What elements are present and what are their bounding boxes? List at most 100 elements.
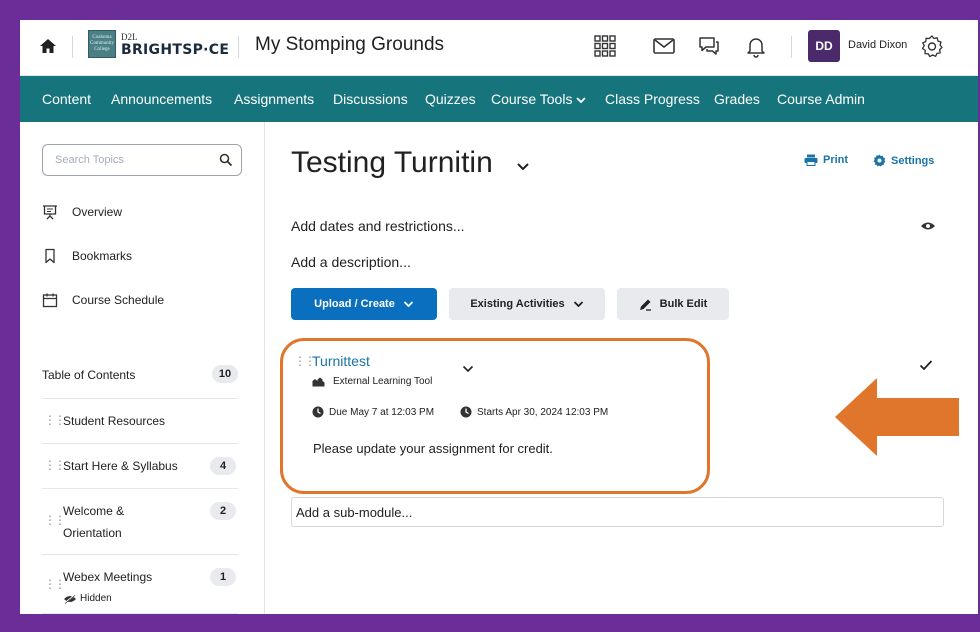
drag-handle-icon[interactable]: ⋮⋮ xyxy=(44,458,66,472)
print-button[interactable]: Print xyxy=(804,154,848,166)
top-bar: Coahoma Community College D2L BRIGHTSP·C… xyxy=(20,20,978,76)
calendar-icon xyxy=(42,293,58,308)
divider xyxy=(791,36,792,58)
toc-label: Table of Contents xyxy=(42,368,136,382)
bulk-edit-button[interactable]: Bulk Edit xyxy=(617,288,729,320)
drag-handle-icon[interactable]: ⋮⋮ xyxy=(44,413,66,427)
module-count-badge: 2 xyxy=(210,502,236,520)
module-label: Webex Meetings xyxy=(63,570,153,584)
nav-grades[interactable]: Grades xyxy=(714,91,760,107)
home-icon[interactable] xyxy=(38,36,58,56)
settings-gear-icon[interactable] xyxy=(920,34,944,58)
module-title: Testing Turnitin xyxy=(291,146,493,179)
existing-activities-label: Existing Activities xyxy=(470,298,565,310)
nav-announcements[interactable]: Announcements xyxy=(111,91,212,107)
drag-handle-icon[interactable]: ⋮⋮ xyxy=(44,513,66,527)
brightspace-logo[interactable]: Coahoma Community College D2L BRIGHTSP·C… xyxy=(88,30,229,58)
nav-discussions[interactable]: Discussions xyxy=(333,91,408,107)
activity-type-label: External Learning Tool xyxy=(333,376,433,387)
add-dates-link[interactable]: Add dates and restrictions... xyxy=(291,218,465,234)
chevron-down-icon[interactable] xyxy=(516,162,530,172)
table-of-contents[interactable]: Table of Contents 10 xyxy=(42,365,238,383)
upload-create-button[interactable]: Upload / Create xyxy=(291,288,437,320)
nav-course-tools[interactable]: Course Tools xyxy=(491,91,587,107)
bulk-edit-label: Bulk Edit xyxy=(659,298,708,310)
module-webex-meetings[interactable]: ⋮⋮ Webex Meetings Hidden 1 xyxy=(42,554,238,614)
search-icon[interactable] xyxy=(219,153,233,167)
sidebar-bookmarks[interactable]: Bookmarks xyxy=(42,248,132,264)
drag-handle-icon[interactable]: ⋮⋮ xyxy=(44,577,66,591)
checkmark-icon[interactable] xyxy=(919,359,933,371)
course-selector-grid-icon[interactable] xyxy=(593,34,617,58)
hidden-status: Hidden xyxy=(63,588,112,610)
drag-handle-icon[interactable]: ⋮⋮ xyxy=(294,354,316,368)
course-title[interactable]: My Stomping Grounds xyxy=(255,34,444,56)
sidebar-bookmarks-label: Bookmarks xyxy=(72,249,133,263)
user-avatar[interactable]: DD xyxy=(808,30,840,62)
add-submodule-input[interactable] xyxy=(292,498,943,526)
nav-assignments[interactable]: Assignments xyxy=(234,91,314,107)
activity-description: Please update your assignment for credit… xyxy=(313,441,553,456)
activity-start-date: Starts Apr 30, 2024 12:03 PM xyxy=(460,406,608,418)
printer-icon xyxy=(804,154,818,166)
add-description-link[interactable]: Add a description... xyxy=(291,254,411,270)
module-count-badge: 1 xyxy=(210,568,236,586)
annotation-arrow-icon xyxy=(835,378,959,456)
activity-title-link[interactable]: Turnittest xyxy=(312,353,370,369)
chevron-down-icon xyxy=(576,97,587,104)
user-name[interactable]: David Dixon xyxy=(848,39,907,51)
nav-content[interactable]: Content xyxy=(42,91,91,107)
bookmark-icon xyxy=(45,248,55,264)
upload-create-label: Upload / Create xyxy=(314,298,395,310)
nav-course-admin[interactable]: Course Admin xyxy=(777,91,865,107)
sidebar-course-schedule[interactable]: Course Schedule xyxy=(42,292,164,308)
module-start-here[interactable]: ⋮⋮ Start Here & Syllabus 4 xyxy=(42,443,238,488)
module-label-line1: Welcome & xyxy=(63,504,125,518)
presentation-icon xyxy=(43,205,57,220)
nav-course-tools-label: Course Tools xyxy=(491,91,573,107)
module-label: Student Resources xyxy=(63,414,166,428)
chevron-down-icon xyxy=(573,301,583,308)
nav-class-progress[interactable]: Class Progress xyxy=(605,91,700,107)
clock-icon xyxy=(312,406,324,418)
discussions-chat-icon[interactable] xyxy=(697,34,721,58)
message-envelope-icon[interactable] xyxy=(652,34,676,58)
pencil-edit-icon xyxy=(639,299,651,311)
hidden-label: Hidden xyxy=(80,593,112,604)
settings-label: Settings xyxy=(891,154,935,167)
start-date-label: Starts Apr 30, 2024 12:03 PM xyxy=(477,406,609,418)
divider xyxy=(72,36,73,58)
sidebar-course-schedule-label: Course Schedule xyxy=(72,293,165,307)
module-label: Start Here & Syllabus xyxy=(63,459,178,473)
existing-activities-button[interactable]: Existing Activities xyxy=(449,288,605,320)
browser-frame: Coahoma Community College D2L BRIGHTSP·C… xyxy=(20,20,978,614)
search-topics-input[interactable] xyxy=(43,145,203,175)
print-label: Print xyxy=(823,154,849,166)
content-sidebar: Overview Bookmarks Course Schedule Table… xyxy=(20,122,265,614)
divider xyxy=(238,36,239,58)
search-topics-box xyxy=(42,144,242,176)
external-tool-icon xyxy=(312,377,325,386)
module-welcome-orientation[interactable]: ⋮⋮ Welcome & Orientation 2 xyxy=(42,488,238,554)
due-date-label: Due May 7 at 12:03 PM xyxy=(329,406,435,418)
module-label-line2: Orientation xyxy=(63,526,122,540)
eye-slash-icon xyxy=(64,594,76,604)
settings-button[interactable]: Settings xyxy=(873,154,934,167)
course-navbar: Content Announcements Assignments Discus… xyxy=(20,76,978,122)
visibility-eye-icon[interactable] xyxy=(920,220,936,232)
module-student-resources[interactable]: ⋮⋮ Student Resources xyxy=(42,398,238,443)
college-seal-icon: Coahoma Community College xyxy=(88,30,116,58)
clock-icon xyxy=(460,406,472,418)
chevron-down-icon[interactable] xyxy=(462,365,474,373)
gear-icon xyxy=(873,154,886,167)
add-submodule-field xyxy=(291,497,944,527)
module-count-badge: 4 xyxy=(210,457,236,475)
notifications-bell-icon[interactable] xyxy=(744,34,768,58)
chevron-down-icon xyxy=(403,301,413,308)
activity-type: External Learning Tool xyxy=(312,376,432,387)
sidebar-overview[interactable]: Overview xyxy=(42,204,122,220)
sidebar-overview-label: Overview xyxy=(72,205,123,219)
activity-due-date: Due May 7 at 12:03 PM xyxy=(312,406,434,418)
nav-quizzes[interactable]: Quizzes xyxy=(425,91,476,107)
logo-brightspace-text: BRIGHTSP·CE xyxy=(121,42,230,58)
